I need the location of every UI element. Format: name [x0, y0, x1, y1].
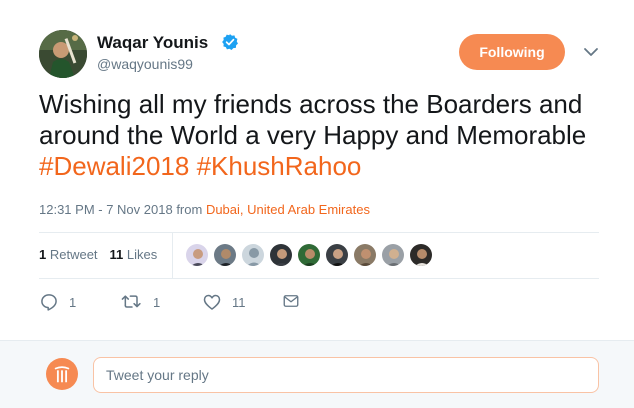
- cricket-stumps-icon: [54, 366, 70, 383]
- retweet-action[interactable]: 1: [121, 292, 160, 312]
- liker-avatar[interactable]: [353, 243, 377, 267]
- liker-avatar[interactable]: [269, 243, 293, 267]
- liker-avatar[interactable]: [409, 243, 433, 267]
- liker-avatar[interactable]: [297, 243, 321, 267]
- hashtag-link[interactable]: #Dewali2018: [39, 151, 189, 181]
- following-button[interactable]: Following: [459, 34, 565, 70]
- direct-message-action[interactable]: [282, 292, 300, 310]
- likes-stat-label: Likes: [123, 247, 158, 262]
- retweet-count: 1: [153, 294, 161, 310]
- liker-avatar[interactable]: [185, 243, 209, 267]
- tweet-timestamp[interactable]: 12:31 PM - 7 Nov 2018: [39, 202, 173, 217]
- liker-avatar[interactable]: [213, 243, 237, 267]
- liker-avatar[interactable]: [381, 243, 405, 267]
- stats-divider: [172, 232, 173, 278]
- tweet-text: Wishing all my friends across the Boarde…: [39, 89, 599, 182]
- likes-stat[interactable]: 11 Likes: [110, 247, 158, 262]
- retweet-stat-label: Retweet: [46, 247, 98, 262]
- retweet-stat[interactable]: 1 Retweet: [39, 247, 98, 262]
- retweet-icon: [121, 295, 141, 308]
- tweet-meta: 12:31 PM - 7 Nov 2018 from Dubai, United…: [39, 202, 370, 217]
- liker-avatar[interactable]: [241, 243, 265, 267]
- verified-badge-icon: [222, 34, 238, 50]
- tweet-stats: 1 Retweet 11 Likes: [39, 247, 157, 262]
- meta-from-label: from: [172, 202, 206, 217]
- reply-icon: [41, 294, 57, 311]
- like-count: 11: [232, 294, 246, 310]
- reply-bar: [0, 340, 634, 408]
- user-handle[interactable]: @waqyounis99: [97, 56, 193, 72]
- tweet-card: Waqar Younis @waqyounis99 Following Wish…: [0, 0, 634, 340]
- liker-avatar[interactable]: [325, 243, 349, 267]
- user-name[interactable]: Waqar Younis: [97, 33, 208, 53]
- like-action[interactable]: 11: [202, 292, 246, 312]
- tweet-location[interactable]: Dubai, United Arab Emirates: [206, 202, 370, 217]
- hashtag-link[interactable]: #KhushRahoo: [197, 151, 362, 181]
- user-avatar[interactable]: [39, 30, 87, 78]
- current-user-avatar: [46, 358, 78, 390]
- divider: [39, 232, 599, 233]
- heart-icon: [203, 294, 221, 310]
- avatar-image: [39, 30, 87, 78]
- likes-stat-count: 11: [109, 247, 124, 262]
- chevron-down-icon[interactable]: [583, 46, 599, 58]
- reply-count: 1: [69, 294, 77, 310]
- reply-action[interactable]: 1: [39, 292, 76, 312]
- envelope-icon: [283, 295, 299, 307]
- reply-input[interactable]: [93, 357, 599, 393]
- divider: [39, 278, 599, 279]
- tweet-text-plain: Wishing all my friends across the Boarde…: [39, 89, 587, 150]
